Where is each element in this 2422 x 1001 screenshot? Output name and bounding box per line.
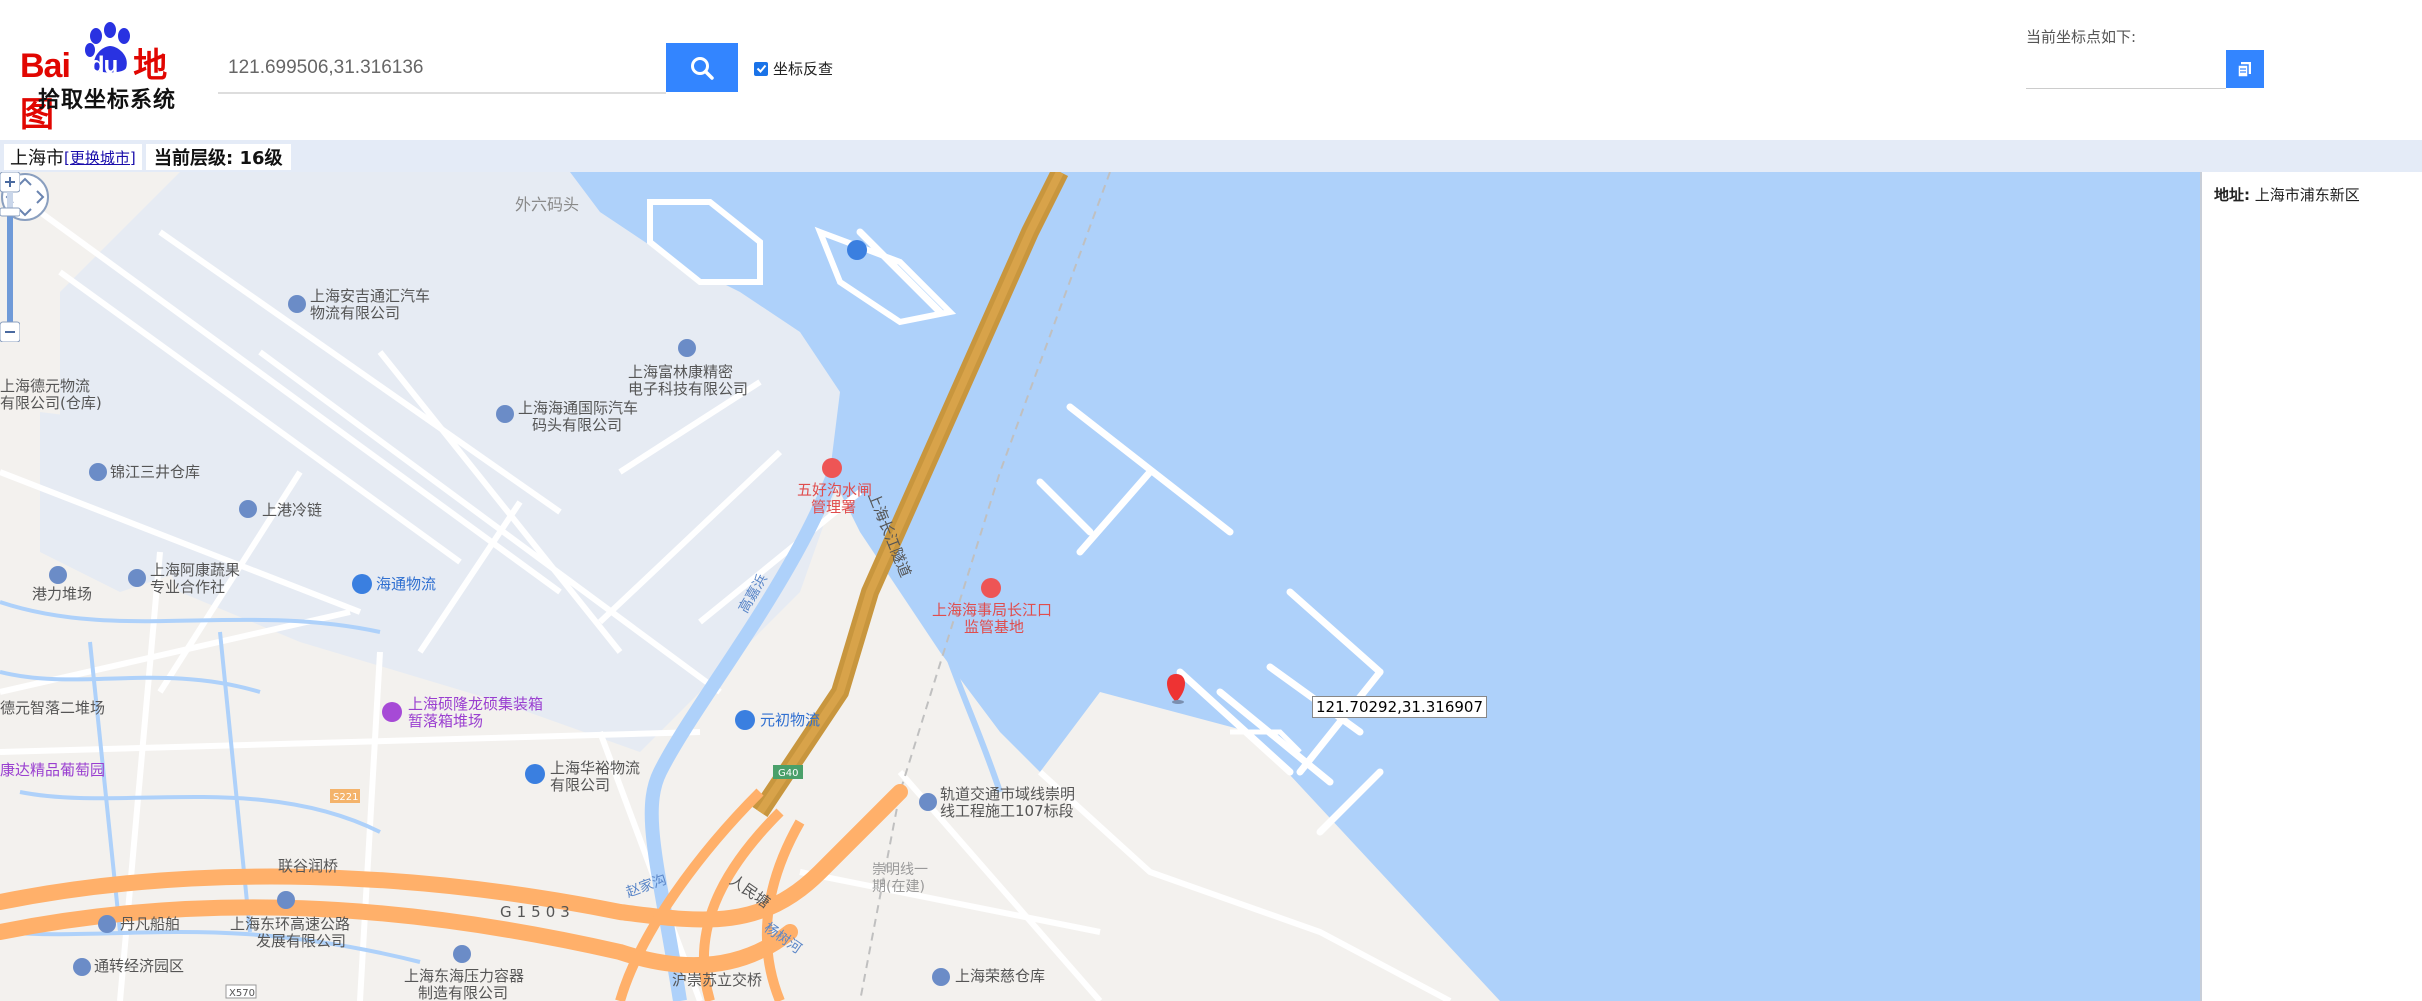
city-name: 上海市 — [10, 148, 64, 169]
map-label: 通转经济园区 — [94, 957, 185, 975]
map-label: 海通物流 — [376, 575, 437, 593]
map-label: 上海硕隆龙硕集装箱 暂落箱堆场 — [408, 695, 544, 730]
logo-brand-bai: Bai — [20, 47, 71, 85]
map-label: 轨道交通市域线崇明 线工程施工107标段 — [940, 785, 1076, 820]
map-label: 上海德元物流 有限公司(仓库) — [0, 377, 102, 412]
map-label: 崇明线一 期(在建) — [872, 862, 928, 895]
status-bar: 上海市 [更换城市] 当前层级: 16级 — [0, 140, 2422, 172]
baidu-map-logo[interactable]: Bai du 地图 拾取坐标系统 — [18, 20, 198, 134]
logo-brand-du: du — [89, 52, 118, 79]
map-label: 外六码头 — [515, 195, 580, 214]
change-city-link[interactable]: [更换城市] — [64, 147, 136, 168]
zoom-level-prefix: 当前层级: — [154, 148, 234, 169]
map-label: 康达精品葡萄园 — [0, 761, 106, 779]
map-label: G1503 — [500, 903, 575, 921]
map-label: 上海华裕物流 有限公司 — [550, 759, 641, 794]
reverse-lookup-toggle[interactable]: 坐标反查 — [754, 58, 833, 79]
search-button[interactable] — [666, 43, 738, 92]
reverse-lookup-checkbox[interactable] — [754, 61, 768, 76]
zoom-control[interactable] — [0, 172, 20, 342]
map-label: 上海海事局长江口 监管基地 — [932, 601, 1053, 636]
copy-icon — [2237, 62, 2251, 78]
reverse-lookup-label: 坐标反查 — [773, 60, 834, 78]
checkmark-icon — [756, 64, 766, 73]
highway-shield-s221: S221 — [333, 792, 359, 803]
map-label: 沪崇苏立交桥 — [672, 971, 763, 989]
map-label: 上港冷链 — [262, 501, 323, 519]
map-label: 上海海通国际汽车 码头有限公司 — [518, 399, 639, 434]
map-label: 丹凡船舶 — [120, 915, 181, 933]
map-label: 元初物流 — [760, 711, 821, 729]
address-result: 地址: 上海市浦东新区 — [2214, 184, 2360, 205]
map-label: 锦江三井仓库 — [110, 463, 201, 481]
header: Baidu地图 拾取坐标系统 坐标反查 当前坐标点如下: — [0, 0, 2422, 140]
result-panel: 地址: 上海市浦东新区 — [2200, 172, 2422, 1001]
search-icon — [691, 56, 714, 80]
highway-shield-g40: G40 — [778, 768, 799, 779]
map-label: 上海东环高速公路 发展有限公司 — [230, 915, 351, 950]
address-key: 地址: — [2214, 186, 2250, 204]
map-canvas[interactable]: 外六码头 上海安吉通汇汽车 物流有限公司 上海富林康精密 电子科技有限公司 上海海通… — [0, 172, 2200, 1001]
marker-coordinate-tooltip: 121.70292,31.316907 — [1312, 696, 1487, 718]
map-label: 五好沟水闸 管理署 — [797, 481, 873, 516]
zoom-level-value: 16级 — [239, 148, 283, 169]
map-label: 港力堆场 — [32, 585, 93, 603]
map-label: 上海阿康蔬果 专业合作社 — [150, 561, 241, 596]
map-label: 联谷润桥 — [278, 857, 339, 875]
search-box — [218, 44, 670, 94]
coordinate-search-input[interactable] — [218, 44, 670, 92]
current-coordinate-field[interactable] — [2026, 50, 2226, 89]
city-selector: 上海市 [更换城市] — [4, 144, 142, 170]
map-label: 上海荣慈仓库 — [955, 967, 1046, 985]
logo-subtitle: 拾取坐标系统 — [38, 88, 177, 113]
map-label: 上海东海压力容器 制造有限公司 — [404, 967, 525, 1001]
copy-button[interactable] — [2226, 50, 2264, 88]
road-shield-x570: X570 — [229, 988, 255, 999]
address-value: 上海市浦东新区 — [2254, 186, 2360, 204]
map-label: 德元智落二堆场 — [0, 699, 106, 717]
zoom-slider-handle — [0, 207, 20, 217]
map-label: 上海安吉通汇汽车 物流有限公司 — [310, 287, 431, 322]
zoom-level-indicator: 当前层级: 16级 — [146, 144, 291, 170]
current-coordinate-label: 当前坐标点如下: — [2026, 28, 2137, 46]
map-label: 上海富林康精密 电子科技有限公司 — [628, 363, 749, 398]
